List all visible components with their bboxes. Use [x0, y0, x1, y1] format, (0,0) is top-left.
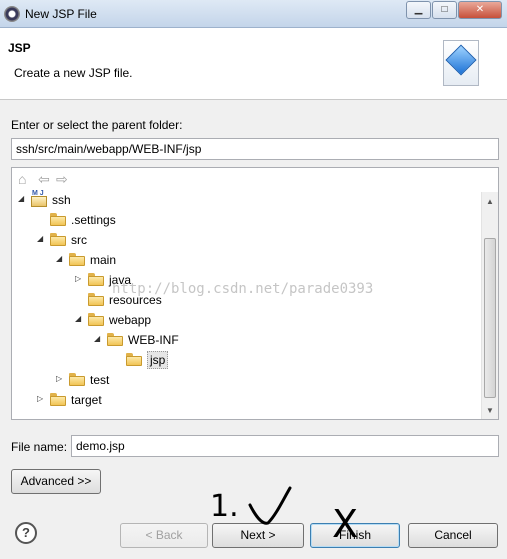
back-arrow-icon[interactable]: ⇦: [38, 172, 50, 186]
folder-icon: [69, 373, 85, 386]
tree-node-ssh[interactable]: ◢ M J ssh: [18, 190, 278, 209]
next-annotation-number: 1.: [210, 489, 239, 524]
tree-node-main[interactable]: ◢ main: [56, 251, 316, 269]
tree-scrollbar[interactable]: ▲ ▼: [481, 192, 498, 419]
tree-node-label: test: [90, 373, 110, 387]
back-button[interactable]: < Back: [120, 523, 208, 548]
tree-node-label: ssh: [52, 193, 71, 207]
file-name-input[interactable]: demo.jsp: [71, 435, 499, 457]
scroll-thumb[interactable]: [484, 238, 496, 398]
collapse-icon[interactable]: ◢: [94, 335, 102, 343]
home-icon[interactable]: ⌂: [18, 172, 26, 186]
tree-node-web-inf[interactable]: ◢ WEB-INF: [94, 331, 354, 349]
watermark: http://blog.csdn.net/parade0393: [112, 281, 374, 297]
close-button[interactable]: ✕: [458, 1, 502, 19]
scroll-down-icon[interactable]: ▼: [486, 406, 494, 415]
tree-node-label: .settings: [71, 213, 116, 227]
folder-icon: [88, 273, 104, 286]
file-name-label: File name:: [11, 440, 68, 454]
collapse-icon[interactable]: ◢: [56, 255, 64, 263]
collapse-icon[interactable]: ◢: [75, 315, 83, 323]
finish-button[interactable]: Finish: [310, 523, 400, 548]
project-icon: M J: [31, 190, 47, 207]
folder-icon: [107, 333, 123, 346]
tree-node-test[interactable]: ▷ test: [56, 371, 316, 389]
page-description: Create a new JSP file.: [14, 66, 133, 80]
tree-node-label: jsp: [147, 351, 169, 369]
tree-node-src[interactable]: ◢ src: [37, 231, 297, 249]
checkmark-icon: [248, 486, 292, 525]
maximize-button[interactable]: □: [432, 1, 457, 19]
parent-folder-input[interactable]: ssh/src/main/webapp/WEB-INF/jsp: [11, 138, 499, 160]
tree-node-jsp[interactable]: jsp: [113, 351, 373, 369]
folder-icon: [50, 213, 66, 226]
tree-node-label: target: [71, 393, 102, 407]
eclipse-icon: [4, 6, 20, 22]
advanced-button[interactable]: Advanced >>: [11, 469, 101, 494]
wizard-header: JSP Create a new JSP file.: [0, 28, 507, 100]
folder-icon: [88, 293, 104, 306]
scroll-up-icon[interactable]: ▲: [486, 197, 494, 206]
next-button[interactable]: Next >: [212, 523, 304, 548]
tree-node-label: src: [71, 233, 87, 247]
expand-icon[interactable]: ▷: [56, 375, 64, 383]
window-title: New JSP File: [25, 7, 97, 21]
tree-node-webapp[interactable]: ◢ webapp: [75, 311, 335, 329]
folder-icon: [88, 313, 104, 326]
collapse-icon[interactable]: ◢: [18, 195, 26, 203]
folder-icon: [69, 253, 85, 266]
cancel-button[interactable]: Cancel: [408, 523, 498, 548]
collapse-icon[interactable]: ◢: [37, 235, 45, 243]
forward-arrow-icon[interactable]: ⇨: [56, 172, 68, 186]
tree-node-target[interactable]: ▷ target: [37, 391, 297, 409]
jsp-wizard-icon: [443, 40, 479, 86]
expand-icon[interactable]: ▷: [37, 395, 45, 403]
tree-node-label: WEB-INF: [128, 333, 179, 347]
minimize-button[interactable]: ▁: [406, 1, 431, 19]
folder-icon: [126, 353, 142, 366]
title-bar: New JSP File ▁ □ ✕: [0, 0, 507, 28]
help-icon[interactable]: ?: [15, 522, 37, 544]
folder-icon: [50, 233, 66, 246]
folder-icon: [50, 393, 66, 406]
tree-node-label: webapp: [109, 313, 152, 327]
tree-node-label: main: [90, 253, 117, 267]
page-title: JSP: [8, 41, 31, 55]
parent-folder-label: Enter or select the parent folder:: [11, 118, 183, 132]
tree-node-settings[interactable]: .settings: [37, 211, 297, 229]
expand-icon[interactable]: ▷: [75, 275, 83, 283]
